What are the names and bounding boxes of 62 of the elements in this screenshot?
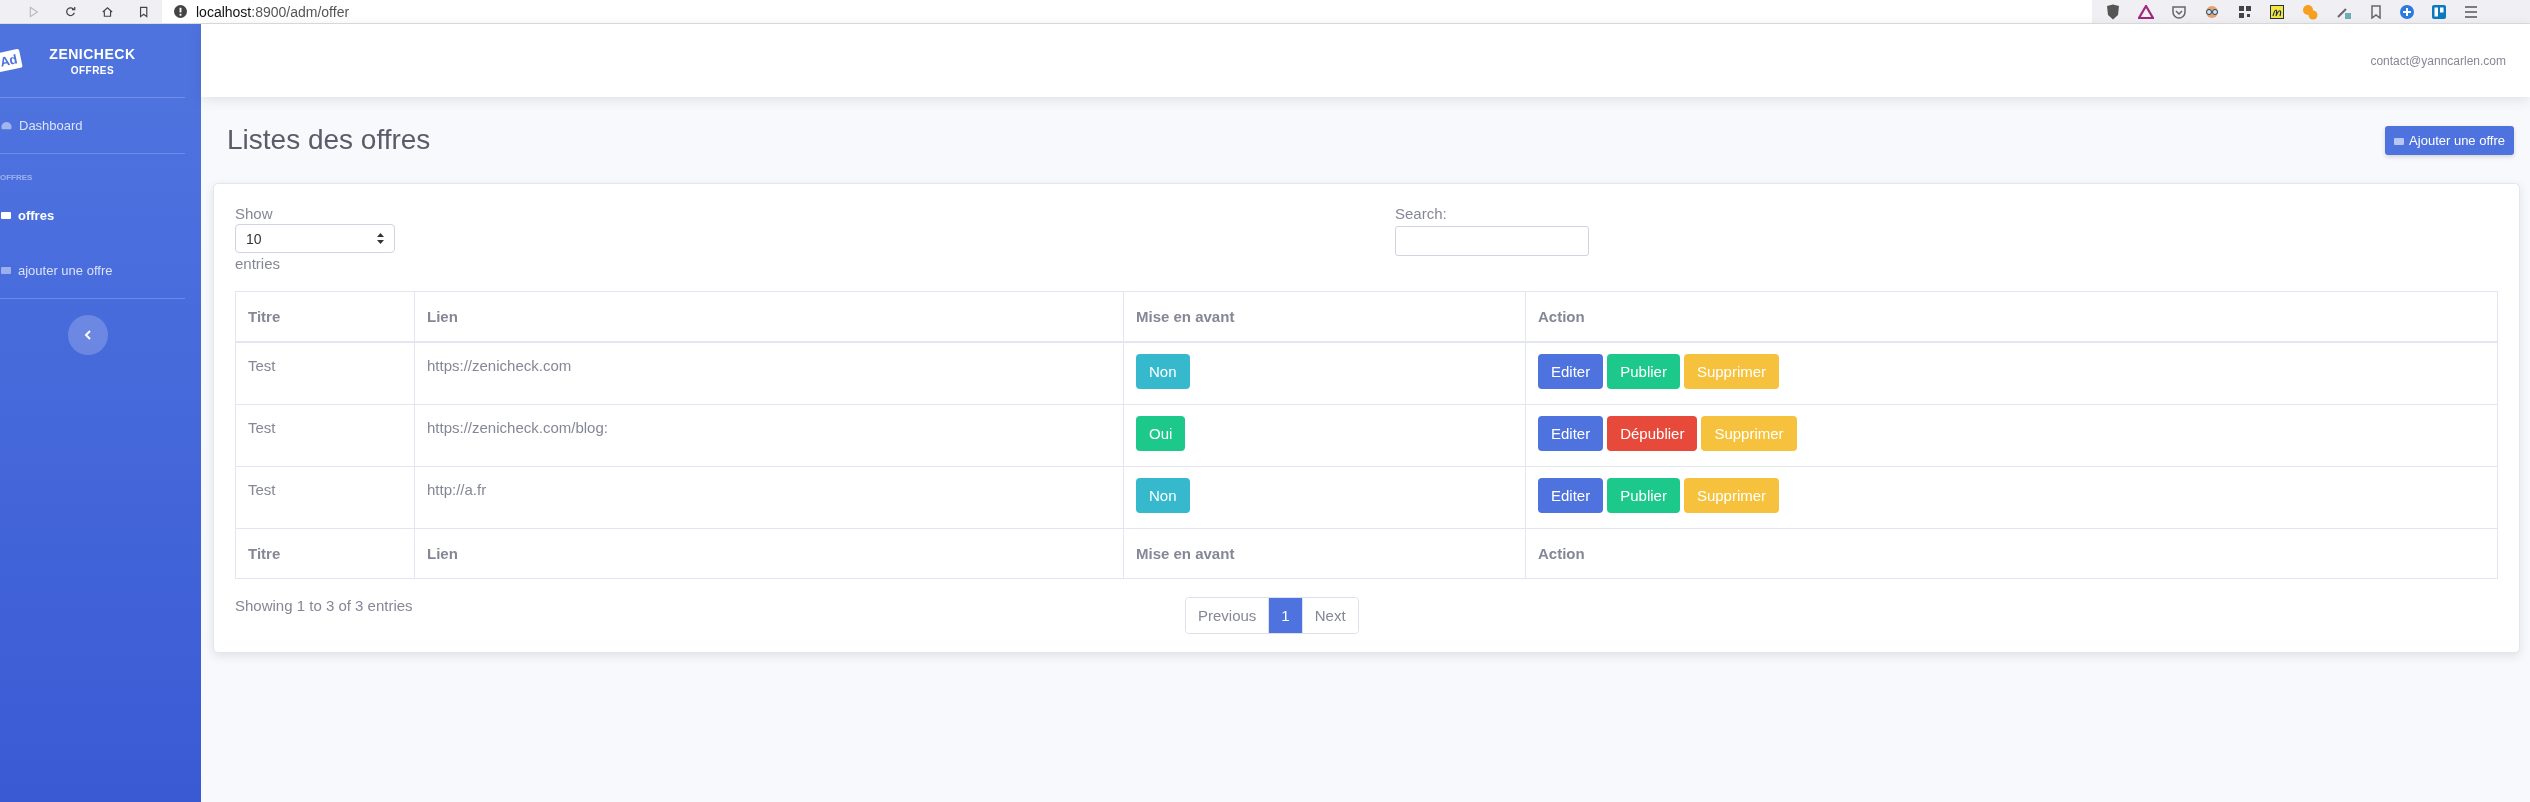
table-cell: https://zenicheck.com/blog: bbox=[414, 404, 1124, 466]
show-label: Show bbox=[235, 205, 273, 222]
qr-code-icon[interactable] bbox=[2238, 4, 2252, 19]
brand-name: ZENICHECK bbox=[49, 45, 136, 62]
chevron-left-icon bbox=[84, 330, 92, 340]
column-header[interactable]: Mise en avant bbox=[1123, 291, 1526, 342]
entries-info: Showing 1 to 3 of 3 entries bbox=[235, 596, 414, 614]
column-footer: Titre bbox=[235, 528, 415, 578]
action-button[interactable]: Editer bbox=[1538, 415, 1604, 451]
bookmark-icon[interactable] bbox=[138, 4, 148, 19]
entries-label: entries bbox=[235, 255, 281, 272]
note-icon[interactable] bbox=[2270, 4, 2284, 19]
add-offer-button[interactable]: Ajouter une offre bbox=[2385, 125, 2514, 155]
menu-icon[interactable] bbox=[2464, 5, 2478, 18]
sidebar-item[interactable]: Dashboard bbox=[0, 98, 201, 153]
brand-subtitle: OFFRES bbox=[70, 64, 115, 76]
table-cell: Test bbox=[235, 466, 415, 528]
gauge-icon bbox=[1, 120, 12, 131]
table-cell: http://a.fr bbox=[414, 466, 1124, 528]
action-button[interactable]: Dépublier bbox=[1607, 415, 1698, 451]
featured-badge[interactable]: Oui bbox=[1136, 415, 1186, 451]
user-email[interactable]: contact@yanncarlen.com bbox=[2370, 53, 2506, 68]
column-footer: Action bbox=[1525, 528, 2498, 578]
sidebar-item[interactable]: offres bbox=[0, 188, 201, 243]
column-footer: Lien bbox=[414, 528, 1124, 578]
page-title: Listes des offres bbox=[227, 124, 431, 156]
featured-badge[interactable]: Non bbox=[1136, 477, 1190, 513]
table-cell: Test bbox=[235, 404, 415, 466]
ad-icon bbox=[2394, 137, 2405, 145]
logo-badge: Ad bbox=[0, 48, 24, 73]
column-header[interactable]: Titre bbox=[235, 291, 415, 342]
column-header[interactable]: Lien bbox=[414, 291, 1124, 342]
sidebar-item[interactable]: ajouter une offre bbox=[0, 243, 201, 298]
info-icon bbox=[174, 5, 187, 18]
plus-circle-icon[interactable] bbox=[2400, 4, 2414, 19]
ad-icon bbox=[1, 212, 11, 219]
column-footer: Mise en avant bbox=[1123, 528, 1526, 578]
board-icon[interactable] bbox=[2432, 4, 2446, 19]
glasses-face-icon[interactable] bbox=[2204, 4, 2220, 19]
ad-icon bbox=[1, 267, 11, 274]
address-bar[interactable]: localhost:8900/adm/offer bbox=[162, 0, 2092, 23]
action-button[interactable]: Publier bbox=[1607, 477, 1680, 513]
pagination-button[interactable]: 1 bbox=[1268, 597, 1302, 633]
search-field[interactable] bbox=[1395, 226, 1589, 256]
pocket-icon[interactable] bbox=[2172, 4, 2186, 19]
action-button[interactable]: Editer bbox=[1538, 477, 1604, 513]
featured-badge[interactable]: Non bbox=[1136, 354, 1190, 389]
reload-icon[interactable] bbox=[64, 4, 76, 19]
sort-arrows-icon bbox=[377, 233, 384, 244]
url-text: localhost:8900/adm/offer bbox=[196, 3, 350, 20]
bookmark-icon[interactable] bbox=[2370, 4, 2382, 19]
home-icon[interactable] bbox=[101, 4, 113, 19]
action-button[interactable]: Editer bbox=[1538, 354, 1604, 389]
table-cell: https://zenicheck.com bbox=[414, 342, 1124, 404]
column-header[interactable]: Action bbox=[1525, 291, 2498, 342]
table-cell: Test bbox=[235, 342, 415, 404]
search-label: Search: bbox=[1395, 205, 1448, 222]
sidebar-section-heading: OFFRES bbox=[0, 172, 34, 184]
page-size-select[interactable]: 10 bbox=[235, 224, 395, 253]
action-button[interactable]: Publier bbox=[1607, 354, 1680, 389]
pagination-button[interactable]: Next bbox=[1301, 597, 1358, 633]
triangle-icon[interactable] bbox=[2138, 4, 2154, 19]
